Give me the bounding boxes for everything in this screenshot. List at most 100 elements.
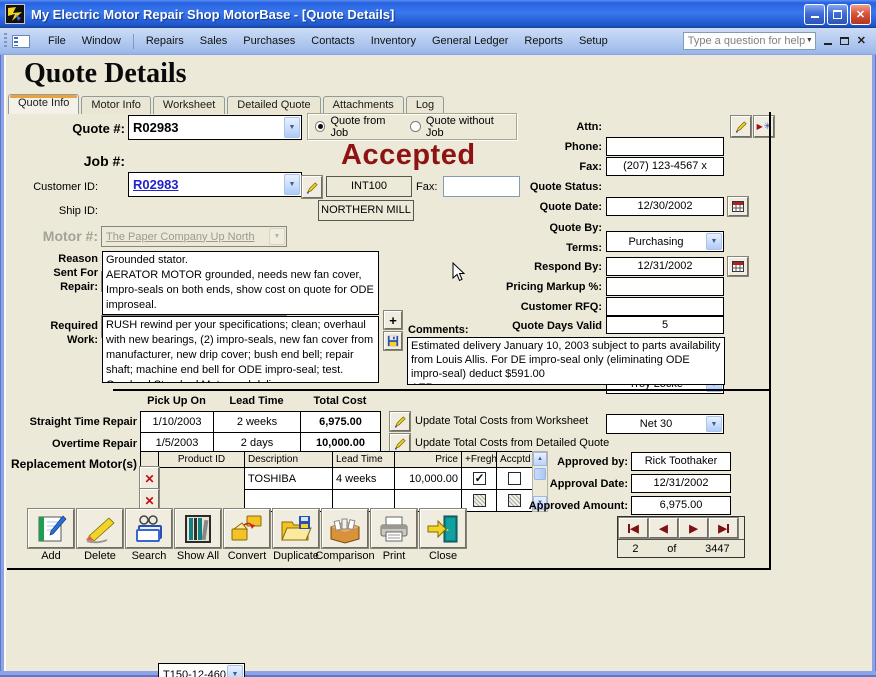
motor-product-id-combo[interactable]: T150-12-460-8 ▼ bbox=[158, 663, 245, 677]
motors-header-product-id: Product ID bbox=[158, 451, 245, 468]
edit-contact-button[interactable] bbox=[731, 116, 751, 137]
chevron-down-icon[interactable]: ▼ bbox=[706, 416, 722, 432]
print-button[interactable] bbox=[371, 509, 417, 548]
menu-file[interactable]: File bbox=[40, 31, 74, 51]
menu-reports[interactable]: Reports bbox=[516, 31, 571, 51]
straight-pickup-cell[interactable]: 1/10/2003 bbox=[140, 411, 214, 433]
customer-rfq-label: Customer RFQ: bbox=[480, 301, 602, 313]
radio-quote-without-job[interactable] bbox=[410, 121, 420, 132]
menu-repairs[interactable]: Repairs bbox=[138, 31, 192, 51]
bottom-divider bbox=[7, 568, 771, 570]
help-placeholder: Type a question for help bbox=[688, 33, 805, 49]
radio-quote-from-job[interactable] bbox=[315, 121, 325, 132]
respond-by-field[interactable]: 12/31/2002 bbox=[606, 257, 724, 276]
approved-by-field[interactable]: Rick Toothaker bbox=[631, 452, 731, 471]
motor-price-cell[interactable]: 10,000.00 bbox=[394, 467, 462, 490]
add-button[interactable] bbox=[28, 509, 74, 548]
previous-record-button[interactable]: ◀ bbox=[649, 518, 678, 538]
last-record-button[interactable]: ▶ bbox=[709, 518, 738, 538]
tab-attachments[interactable]: Attachments bbox=[323, 96, 404, 114]
tab-motor-info[interactable]: Motor Info bbox=[81, 96, 151, 114]
chevron-down-icon[interactable]: ▼ bbox=[284, 117, 300, 138]
respond-by-calendar-button[interactable] bbox=[728, 257, 748, 276]
tab-quote-info[interactable]: Quote Info bbox=[8, 94, 79, 114]
approved-amount-field[interactable]: 6,975.00 bbox=[631, 496, 731, 515]
chevron-down-icon[interactable]: ▼ bbox=[284, 174, 300, 195]
delete-motor-row-button[interactable]: ✕ bbox=[140, 467, 159, 490]
straight-lead-cell[interactable]: 2 weeks bbox=[213, 411, 301, 433]
toolbar-drag-handle[interactable] bbox=[4, 33, 7, 49]
quote-number-combo[interactable]: R02983 ▼ bbox=[128, 115, 302, 140]
next-record-button[interactable]: ▶ bbox=[679, 518, 708, 538]
menu-window[interactable]: Window bbox=[74, 31, 129, 51]
motor-lead-time-cell[interactable]: 4 weeks bbox=[332, 467, 395, 490]
edit-customer-button[interactable] bbox=[302, 176, 322, 198]
chevron-down-icon[interactable]: ▼ bbox=[806, 33, 813, 49]
duplicate-button[interactable] bbox=[273, 509, 319, 548]
pricing-markup-label: Pricing Markup %: bbox=[480, 281, 602, 293]
ship-id-label: Ship ID: bbox=[0, 205, 98, 217]
job-number-combo[interactable]: R02983 ▼ bbox=[128, 172, 302, 197]
required-work-label-line2: Work: bbox=[0, 334, 98, 346]
delete-button[interactable] bbox=[77, 509, 123, 548]
search-button[interactable] bbox=[126, 509, 172, 548]
add-comment-button[interactable]: + bbox=[384, 311, 402, 329]
overtime-repair-label: Overtime Repair bbox=[0, 438, 137, 450]
help-search-input[interactable]: Type a question for help ▼ bbox=[683, 32, 816, 50]
comparison-button[interactable] bbox=[322, 509, 368, 548]
mdi-close-icon[interactable]: ✕ bbox=[857, 36, 866, 46]
close-icon: ✕ bbox=[856, 8, 865, 21]
motor-description-cell[interactable]: TOSHIBA bbox=[244, 467, 333, 490]
convert-button[interactable] bbox=[224, 509, 270, 548]
new-contact-button[interactable]: ▶✳ bbox=[754, 116, 774, 137]
motors-header-freight: +Freght bbox=[461, 451, 497, 468]
next-record-icon: ▶ bbox=[689, 522, 697, 535]
show-all-button[interactable] bbox=[175, 509, 221, 548]
exit-door-icon bbox=[426, 513, 460, 545]
mdi-restore-icon[interactable] bbox=[840, 37, 849, 45]
window-minimize-button[interactable] bbox=[804, 4, 825, 25]
reason-textarea[interactable]: Grounded stator. AERATOR MOTOR grounded,… bbox=[102, 251, 379, 315]
close-button[interactable] bbox=[420, 509, 466, 548]
menu-general-ledger[interactable]: General Ledger bbox=[424, 31, 516, 51]
quote-days-valid-field[interactable]: 5 bbox=[606, 316, 724, 334]
menu-sales[interactable]: Sales bbox=[192, 31, 236, 51]
motors-header-description: Description bbox=[244, 451, 333, 468]
required-work-textarea[interactable]: RUSH rewind per your specifications; cle… bbox=[102, 316, 379, 383]
phone-field[interactable] bbox=[606, 137, 724, 156]
freight-checkbox[interactable] bbox=[473, 472, 486, 485]
menu-inventory[interactable]: Inventory bbox=[363, 31, 424, 51]
customer-rfq-field[interactable] bbox=[606, 297, 724, 316]
comparison-box-icon bbox=[327, 513, 363, 545]
pencil-icon bbox=[394, 437, 407, 450]
fax-inline-label: Fax: bbox=[416, 181, 440, 193]
minimize-icon bbox=[811, 11, 819, 18]
tab-worksheet[interactable]: Worksheet bbox=[153, 96, 225, 114]
window-close-button[interactable]: ✕ bbox=[850, 4, 871, 25]
customer-code-field[interactable]: INT100 bbox=[326, 176, 412, 197]
ship-code-field[interactable]: NORTHERN MILL bbox=[318, 200, 414, 221]
job-number-link[interactable]: R02983 bbox=[133, 173, 283, 196]
update-from-worksheet-button[interactable] bbox=[390, 412, 410, 431]
straight-cost-cell[interactable]: 6,975.00 bbox=[300, 411, 381, 433]
tab-detailed-quote[interactable]: Detailed Quote bbox=[227, 96, 320, 114]
mdi-minimize-icon[interactable] bbox=[824, 37, 832, 45]
radio-quote-from-job-label: Quote from Job bbox=[330, 115, 401, 139]
attn-combo[interactable]: Purchasing ▼ bbox=[606, 231, 724, 252]
menu-purchases[interactable]: Purchases bbox=[235, 31, 303, 51]
window-maximize-button[interactable] bbox=[827, 4, 848, 25]
menu-setup[interactable]: Setup bbox=[571, 31, 616, 51]
first-record-button[interactable]: ◀ bbox=[619, 518, 648, 538]
chevron-down-icon[interactable]: ▼ bbox=[227, 665, 243, 677]
pricing-markup-field[interactable] bbox=[606, 277, 724, 296]
comments-textarea[interactable]: Estimated delivery January 10, 2003 subj… bbox=[407, 337, 725, 385]
quote-date-field[interactable]: 12/30/2002 bbox=[606, 197, 724, 216]
save-comment-button[interactable] bbox=[384, 332, 402, 350]
approval-date-field[interactable]: 12/31/2002 bbox=[631, 474, 731, 493]
fax-field[interactable]: (207) 123-4567 x bbox=[606, 157, 724, 176]
menu-contacts[interactable]: Contacts bbox=[303, 31, 362, 51]
quote-date-calendar-button[interactable] bbox=[728, 197, 748, 216]
terms-combo[interactable]: Net 30 ▼ bbox=[606, 414, 724, 434]
tab-log[interactable]: Log bbox=[406, 96, 444, 114]
chevron-down-icon[interactable]: ▼ bbox=[706, 233, 722, 250]
